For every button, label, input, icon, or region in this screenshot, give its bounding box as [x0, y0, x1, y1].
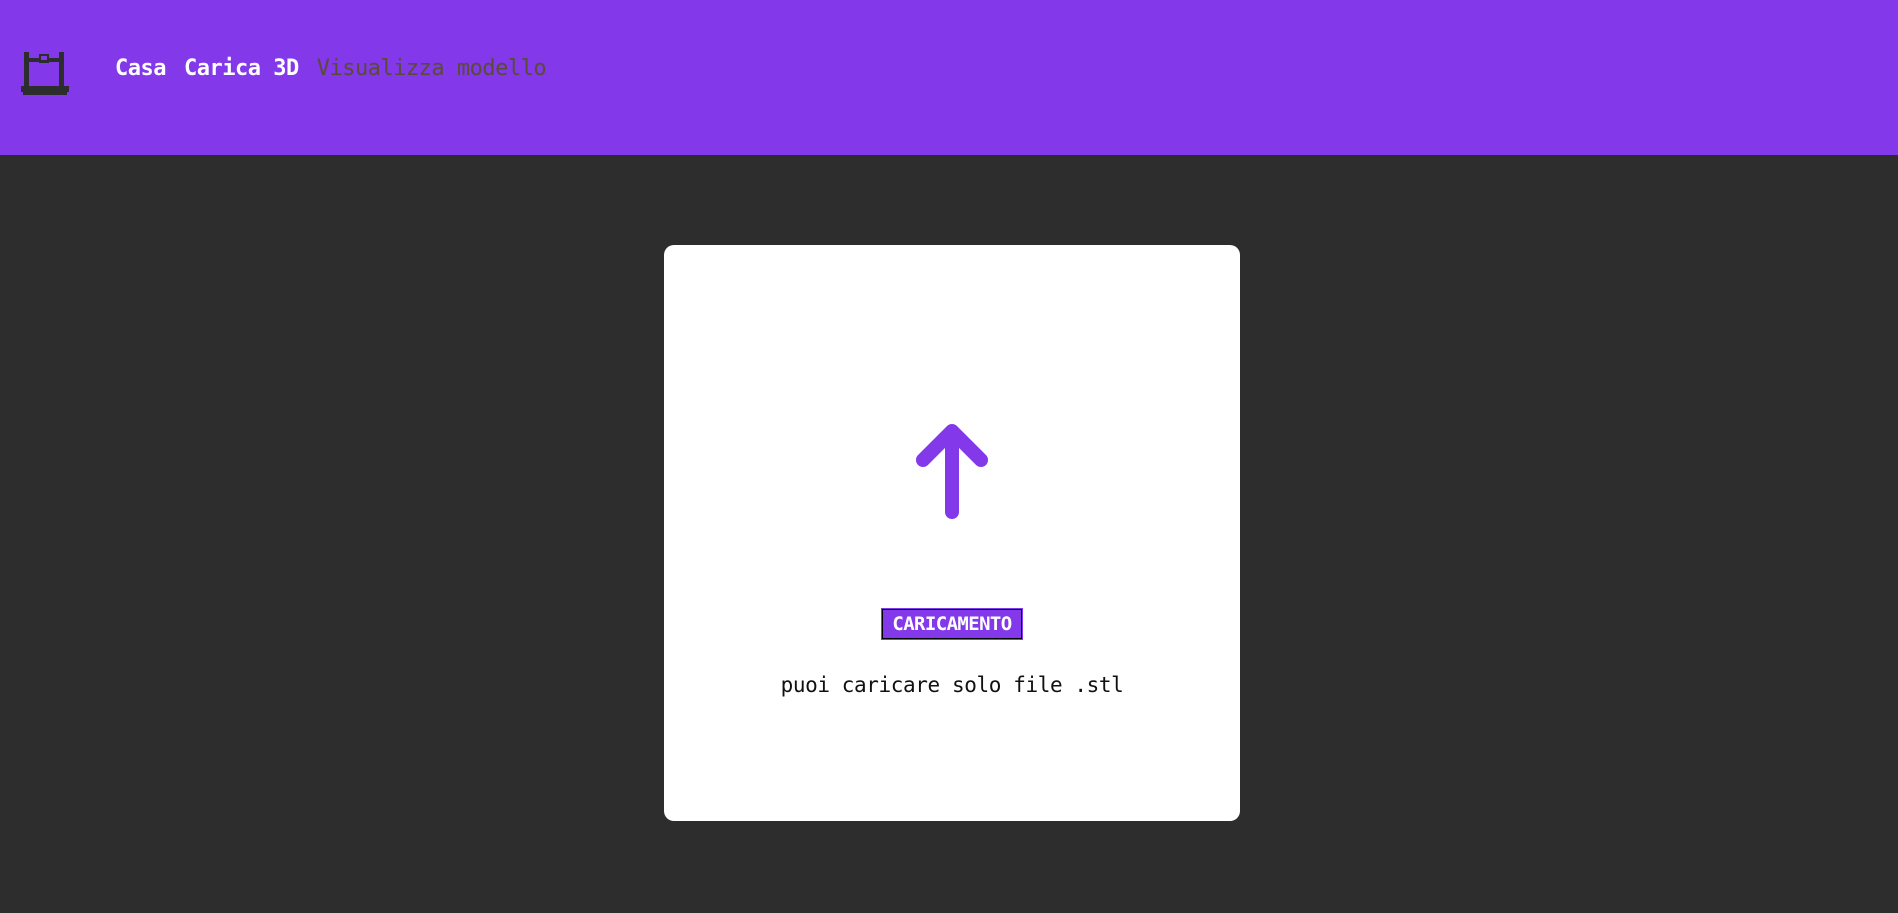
upload-arrow-icon[interactable]: [907, 410, 997, 520]
nav-link-view-model[interactable]: Visualizza modello: [317, 56, 547, 81]
main-nav: Casa Carica 3D Visualizza modello: [115, 56, 547, 81]
file-type-hint: puoi caricare solo file .stl: [780, 673, 1124, 697]
3d-printer-icon[interactable]: [20, 50, 70, 96]
upload-card: CARICAMENTO puoi caricare solo file .stl: [664, 245, 1240, 821]
nav-link-home[interactable]: Casa: [115, 56, 166, 81]
nav-link-upload-3d[interactable]: Carica 3D: [184, 56, 299, 81]
upload-button[interactable]: CARICAMENTO: [881, 608, 1023, 640]
top-navbar: Casa Carica 3D Visualizza modello: [0, 0, 1898, 155]
